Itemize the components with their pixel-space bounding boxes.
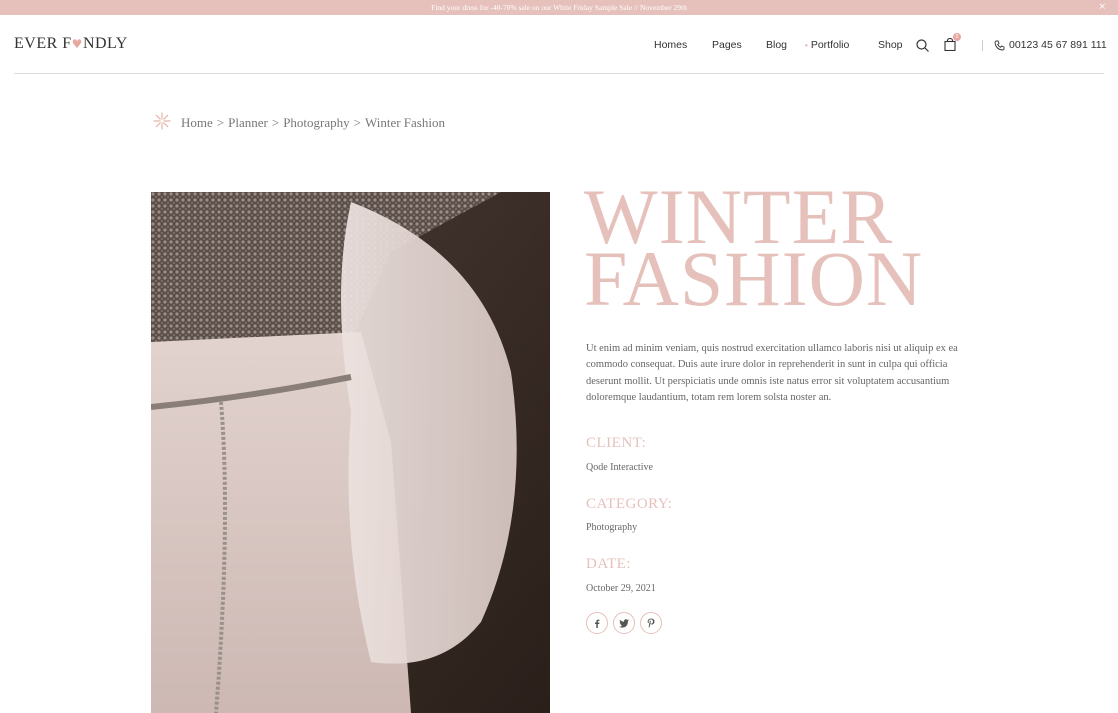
breadcrumb-current: Winter Fashion [364, 115, 445, 130]
cart-count-badge: 0 [953, 33, 961, 41]
phone-number: 00123 45 67 891 111 [1009, 39, 1107, 51]
logo[interactable]: EVER F ♥ NDLY [14, 35, 128, 53]
project-description: Ut enim ad minim veniam, quis nostrud ex… [586, 343, 958, 403]
heart-icon: ♥ [71, 37, 83, 51]
promo-bar: Find your dress for -40-70% sale on our … [0, 0, 1118, 15]
breadcrumb-separator: > [216, 115, 225, 130]
header-divider [982, 40, 983, 51]
social-share [586, 612, 667, 634]
nav-item-homes[interactable]: Homes [654, 39, 687, 51]
twitter-icon[interactable] [613, 612, 635, 634]
breadcrumb-home[interactable]: Home [181, 115, 213, 131]
pinterest-icon[interactable] [640, 612, 662, 634]
phone-link[interactable]: 00123 45 67 891 111 [994, 39, 1107, 51]
client-label: CLIENT: [586, 435, 647, 451]
facebook-icon[interactable] [586, 612, 608, 634]
close-icon[interactable]: × [1098, 0, 1106, 15]
title-line-2: FASHION [584, 235, 924, 322]
shopping-bag-icon[interactable]: 0 [944, 33, 961, 56]
client-value: Qode Interactive [586, 462, 653, 473]
date-value: October 29, 2021 [586, 583, 656, 594]
breadcrumb: Home > Planner > Photography > Winter Fa… [153, 112, 445, 134]
nav-item-portfolio-label: Portfolio [810, 39, 850, 51]
breadcrumb-planner[interactable]: Planner [228, 115, 268, 131]
nav-item-blog[interactable]: Blog [766, 39, 787, 51]
breadcrumb-photography[interactable]: Photography [283, 115, 349, 131]
category-label: CATEGORY: [586, 496, 673, 512]
active-dot-icon: • [805, 41, 808, 50]
category-value[interactable]: Photography [586, 522, 637, 533]
project-title: WINTER FASHION [584, 178, 924, 322]
project-photo [151, 192, 550, 713]
logo-text-left: EVER F [14, 35, 72, 52]
asterisk-icon [153, 112, 171, 134]
breadcrumb-separator: > [271, 115, 280, 130]
promo-text: Find your dress for -40-70% sale on our … [431, 3, 687, 12]
phone-icon [994, 40, 1005, 50]
date-label: DATE: [586, 556, 631, 572]
nav-item-portfolio[interactable]: • Portfolio [805, 39, 849, 51]
nav-item-shop[interactable]: Shop [878, 39, 903, 51]
header-divider-line [14, 73, 1104, 74]
search-icon[interactable] [916, 39, 929, 57]
logo-text-right: NDLY [82, 35, 128, 52]
breadcrumb-separator: > [353, 115, 361, 130]
nav-item-pages[interactable]: Pages [712, 39, 742, 51]
site-header: EVER F ♥ NDLY Homes Pages Blog • Portfoli… [0, 15, 1118, 74]
